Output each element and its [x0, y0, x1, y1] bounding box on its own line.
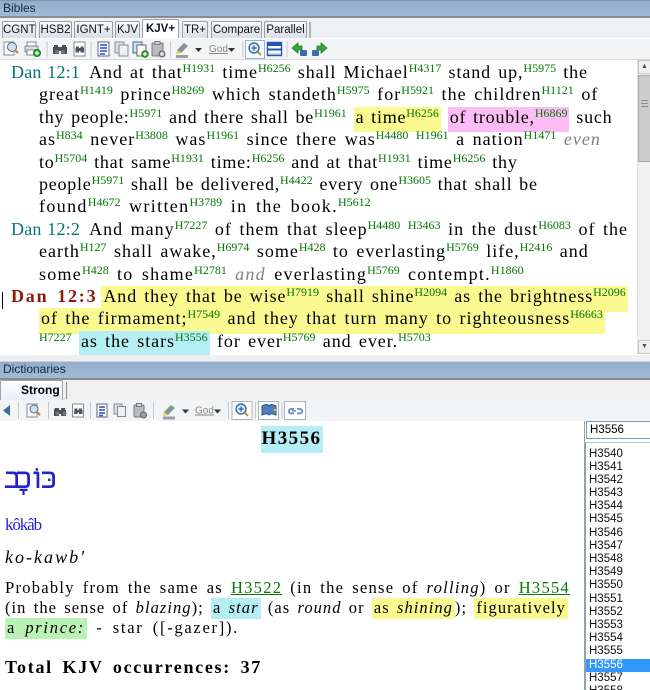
- svg-text:God: God: [195, 406, 214, 417]
- svg-text:God: God: [209, 44, 228, 55]
